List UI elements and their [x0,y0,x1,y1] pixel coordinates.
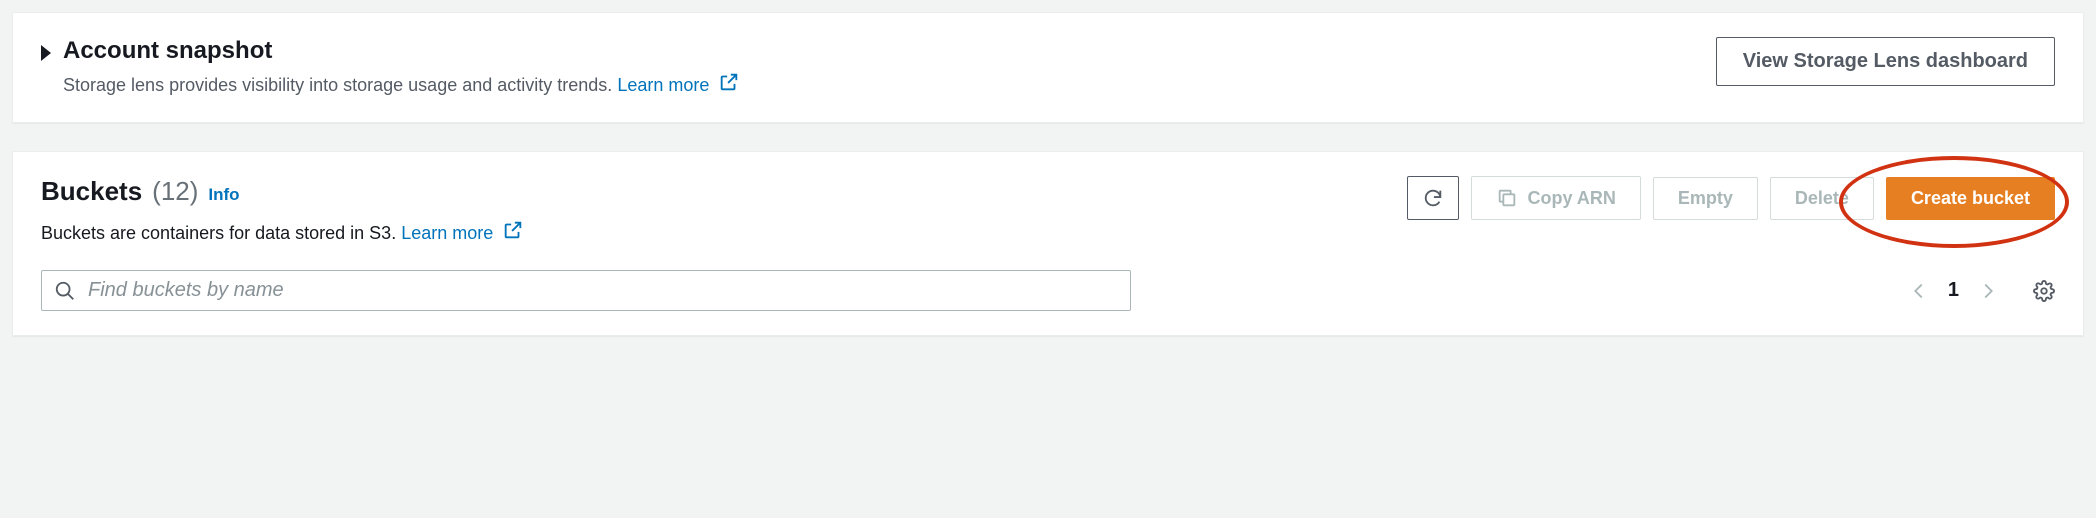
expand-snapshot-toggle[interactable] [41,45,51,61]
empty-button[interactable]: Empty [1653,177,1758,220]
copy-arn-label: Copy ARN [1528,188,1616,209]
buckets-panel: Buckets (12) Info Buckets are containers… [12,151,2084,336]
buckets-description: Buckets are containers for data stored i… [41,219,524,246]
snapshot-description-text: Storage lens provides visibility into st… [63,75,612,95]
snapshot-learn-more-text: Learn more [617,75,709,95]
buckets-info-link[interactable]: Info [208,185,239,205]
refresh-icon [1422,187,1444,209]
search-input[interactable] [88,279,1118,302]
buckets-title-row: Buckets (12) Info [41,176,524,207]
buckets-count: (12) [152,176,198,207]
snapshot-text-block: Account snapshot Storage lens provides v… [63,37,740,98]
buckets-learn-more-link[interactable]: Learn more [401,223,524,243]
snapshot-description: Storage lens provides visibility into st… [63,71,740,98]
buckets-title: Buckets [41,176,142,207]
external-link-icon [718,71,740,98]
pager-current-page: 1 [1948,279,1959,302]
search-icon [54,280,76,302]
snapshot-left: Account snapshot Storage lens provides v… [41,37,740,98]
buckets-description-text: Buckets are containers for data stored i… [41,223,396,243]
snapshot-learn-more-link[interactable]: Learn more [617,75,740,95]
refresh-button[interactable] [1407,176,1459,220]
buckets-learn-more-text: Learn more [401,223,493,243]
pager-next-button[interactable] [1977,280,1999,302]
settings-button[interactable] [2033,280,2055,302]
search-box[interactable] [41,270,1131,311]
account-snapshot-panel: Account snapshot Storage lens provides v… [12,12,2084,123]
delete-button[interactable]: Delete [1770,177,1874,220]
buckets-title-block: Buckets (12) Info Buckets are containers… [41,176,524,246]
pager-prev-button[interactable] [1908,280,1930,302]
buckets-header: Buckets (12) Info Buckets are containers… [41,176,2055,246]
copy-icon [1496,187,1518,209]
pagination: 1 [1908,279,2055,302]
snapshot-title: Account snapshot [63,37,740,65]
create-bucket-button[interactable]: Create bucket [1886,177,2055,220]
external-link-icon [502,219,524,246]
chevron-right-icon [1977,280,1999,302]
copy-arn-button[interactable]: Copy ARN [1471,176,1641,220]
gear-icon [2033,280,2055,302]
view-storage-lens-dashboard-button[interactable]: View Storage Lens dashboard [1716,37,2055,86]
search-row: 1 [41,270,2055,311]
chevron-left-icon [1908,280,1930,302]
buckets-action-buttons: Copy ARN Empty Delete Create bucket [1407,176,2055,220]
